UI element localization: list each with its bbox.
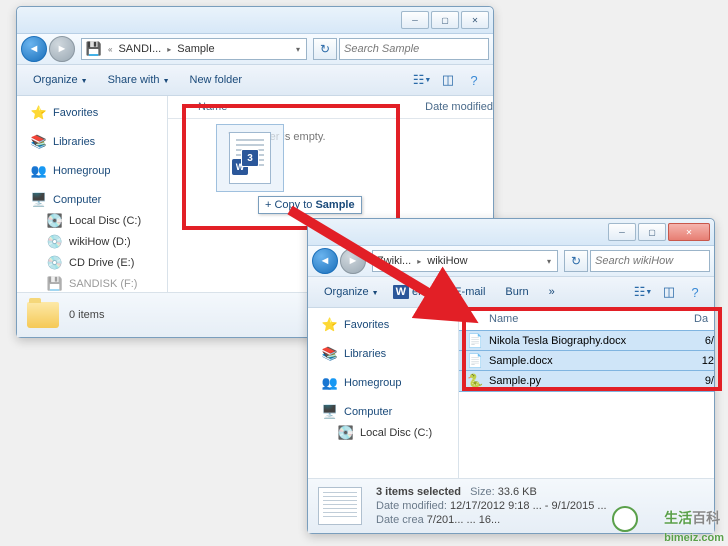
refresh-button[interactable]: ↻ <box>313 38 337 60</box>
homegroup-icon: 👥 <box>31 163 47 179</box>
minimize-button[interactable]: ─ <box>608 223 636 241</box>
column-headers[interactable]: Name Date modified <box>168 96 493 119</box>
new-folder-button[interactable]: New folder <box>182 71 251 89</box>
titlebar[interactable]: ─ ▢ ✕ <box>308 219 714 246</box>
nav-bar: ◄ ► Zwiki... ▸ wikiHow ▾ ↻ Search wikiHo… <box>308 246 714 277</box>
toolbar: Organize▼ Share with▼ New folder ☷▼ ◫ ? <box>17 65 493 96</box>
close-button[interactable]: ✕ <box>668 223 710 241</box>
watermark-icon <box>612 506 638 532</box>
nav-libraries[interactable]: 📚Libraries <box>308 343 458 364</box>
breadcrumb-seg[interactable]: Zwiki... <box>377 255 411 267</box>
titlebar[interactable]: ─ ▢ ✕ <box>17 7 493 34</box>
usb-icon: 💾 <box>47 276 63 292</box>
refresh-button[interactable]: ↻ <box>564 250 588 272</box>
email-button[interactable]: E-mail <box>446 283 493 301</box>
star-icon: ⭐ <box>31 105 47 121</box>
nav-drive[interactable]: 💽Local Disc (C:) <box>308 422 458 443</box>
folder-icon <box>27 302 59 328</box>
file-list-area[interactable]: Name Da 📄Nikola Tesla Biography.docx6/ 📄… <box>459 308 714 478</box>
col-date[interactable]: Date modified <box>425 101 493 113</box>
breadcrumb-seg[interactable]: wikiHow <box>427 255 467 267</box>
col-name[interactable]: Name <box>198 101 425 113</box>
share-with-button[interactable]: Share with▼ <box>100 71 178 89</box>
py-icon: 🐍 <box>467 373 483 389</box>
help-button[interactable]: ? <box>684 282 706 302</box>
maximize-button[interactable]: ▢ <box>431 11 459 29</box>
details-pane: 3 items selected Size: 33.6 KB Date modi… <box>308 478 714 533</box>
minimize-button[interactable]: ─ <box>401 11 429 29</box>
selection-title: 3 items selected <box>376 486 461 498</box>
computer-icon: 🖥️ <box>322 404 338 420</box>
navigation-pane[interactable]: ⭐Favorites 📚Libraries 👥Homegroup 🖥️Compu… <box>308 308 459 478</box>
nav-homegroup[interactable]: 👥Homegroup <box>308 372 458 393</box>
search-input[interactable]: Search wikiHow <box>590 250 710 272</box>
preview-pane-button[interactable]: ◫ <box>658 282 680 302</box>
docx-icon: 📄 <box>467 333 483 349</box>
computer-icon: 🖥️ <box>31 192 47 208</box>
nav-favorites[interactable]: ⭐Favorites <box>308 314 458 335</box>
col-date[interactable]: Da <box>694 313 714 325</box>
nav-drive[interactable]: 💾SANDISK (F:) <box>17 273 167 292</box>
maximize-button[interactable]: ▢ <box>638 223 666 241</box>
disk-icon: 💽 <box>338 425 354 441</box>
nav-drive[interactable]: 💽Local Disc (C:) <box>17 210 167 231</box>
organize-button[interactable]: Organize▼ <box>316 283 387 301</box>
col-name[interactable]: Name <box>489 313 694 325</box>
close-button[interactable]: ✕ <box>461 11 489 29</box>
open-button[interactable]: W en▼ <box>391 283 443 301</box>
star-icon: ⭐ <box>322 317 338 333</box>
watermark-text: 生活百科bimeiz.com <box>664 508 724 544</box>
docx-icon: 📄 <box>467 353 483 369</box>
burn-button[interactable]: Burn <box>497 283 536 301</box>
address-bar[interactable]: 💾 « SANDI... ▸ Sample ▾ <box>81 38 307 60</box>
breadcrumb-seg[interactable]: SANDI... <box>118 43 161 55</box>
toolbar: Organize▼ W en▼ E-mail Burn » ☷▼ ◫ ? <box>308 277 714 308</box>
view-button[interactable]: ☷▼ <box>411 70 433 90</box>
forward-button[interactable]: ► <box>340 248 366 274</box>
homegroup-icon: 👥 <box>322 375 338 391</box>
drop-tooltip: + Copy to Sample <box>258 196 362 214</box>
drive-icon: 💾 <box>86 41 102 57</box>
nav-drive[interactable]: 💿wikiHow (D:) <box>17 231 167 252</box>
navigation-pane[interactable]: ⭐Favorites 📚Libraries 👥Homegroup 🖥️Compu… <box>17 96 168 292</box>
nav-computer[interactable]: 🖥️Computer <box>308 401 458 422</box>
drag-count-badge: 3 <box>241 149 259 167</box>
nav-computer[interactable]: 🖥️Computer <box>17 189 167 210</box>
nav-bar: ◄ ► 💾 « SANDI... ▸ Sample ▾ ↻ Search Sam… <box>17 34 493 65</box>
disk-icon: 💿 <box>47 234 63 250</box>
cd-icon: 💿 <box>47 255 63 271</box>
search-input[interactable]: Search Sample <box>339 38 489 60</box>
address-bar[interactable]: Zwiki... ▸ wikiHow ▾ <box>372 250 558 272</box>
organize-button[interactable]: Organize▼ <box>25 71 96 89</box>
libraries-icon: 📚 <box>322 346 338 362</box>
help-button[interactable]: ? <box>463 70 485 90</box>
nav-drive[interactable]: 💿CD Drive (E:) <box>17 252 167 273</box>
more-button[interactable]: » <box>541 283 563 301</box>
breadcrumb-seg[interactable]: Sample <box>177 43 214 55</box>
back-button[interactable]: ◄ <box>21 36 47 62</box>
disk-icon: 💽 <box>47 213 63 229</box>
nav-favorites[interactable]: ⭐Favorites <box>17 102 167 123</box>
column-headers[interactable]: Name Da <box>459 308 714 331</box>
view-button[interactable]: ☷▼ <box>632 282 654 302</box>
back-button[interactable]: ◄ <box>312 248 338 274</box>
file-row[interactable]: 🐍Sample.py9/ <box>459 370 714 392</box>
nav-homegroup[interactable]: 👥Homegroup <box>17 160 167 181</box>
drag-ghost: W 3 <box>216 124 284 192</box>
preview-pane-button[interactable]: ◫ <box>437 70 459 90</box>
forward-button[interactable]: ► <box>49 36 75 62</box>
file-row[interactable]: 📄Nikola Tesla Biography.docx6/ <box>459 330 714 352</box>
libraries-icon: 📚 <box>31 134 47 150</box>
item-count: 0 items <box>69 309 104 321</box>
nav-libraries[interactable]: 📚Libraries <box>17 131 167 152</box>
file-row[interactable]: 📄Sample.docx12 <box>459 350 714 372</box>
selection-thumbnail <box>318 487 362 525</box>
explorer-window-wikihow[interactable]: ─ ▢ ✕ ◄ ► Zwiki... ▸ wikiHow ▾ ↻ Search … <box>307 218 715 534</box>
